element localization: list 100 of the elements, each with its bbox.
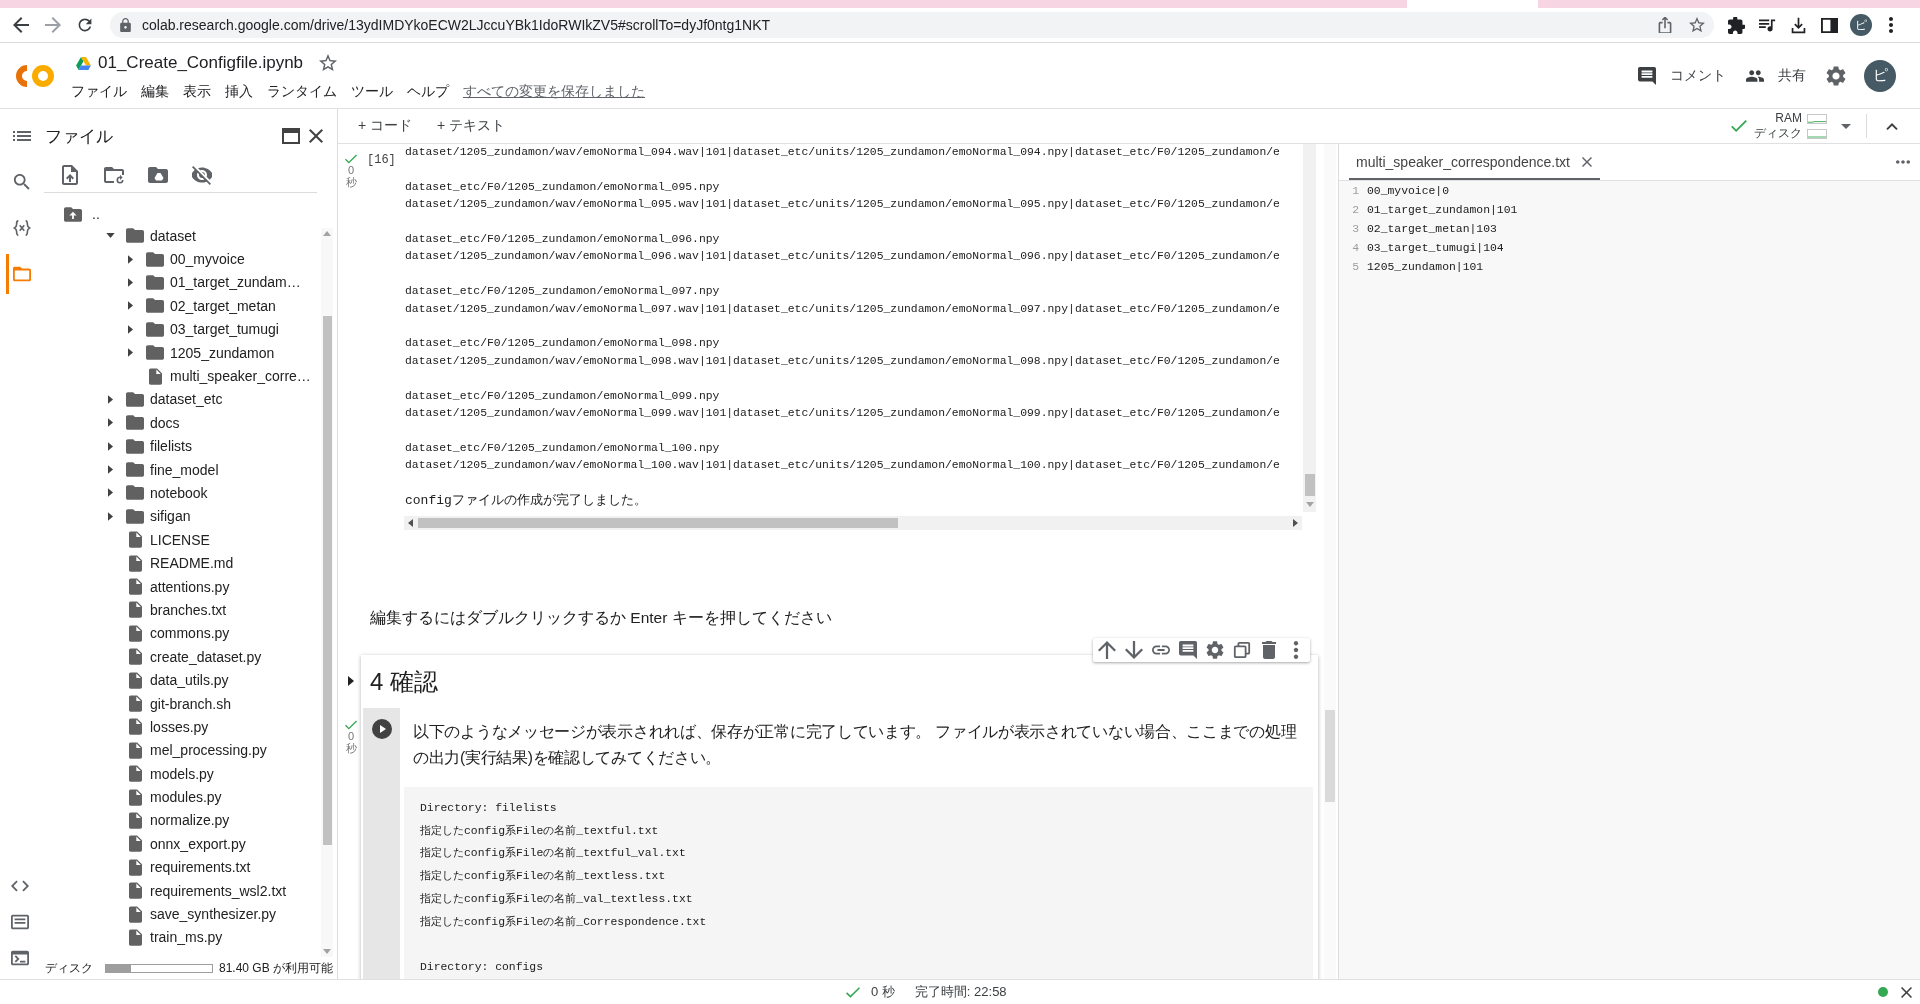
copy-icon[interactable] [1233,641,1251,659]
folder-item[interactable]: 03_target_tumugi [40,317,321,341]
folder-item[interactable]: docs [40,411,321,435]
caret-right-icon[interactable] [107,441,113,451]
window-icon[interactable] [282,128,300,144]
caret-right-icon[interactable] [127,324,133,334]
caret-right-icon[interactable] [348,676,354,686]
side-panel-icon[interactable] [1821,16,1838,34]
drive-folder-icon[interactable] [148,165,168,185]
more-icon[interactable] [1889,17,1893,33]
scrollbar-thumb[interactable] [418,518,898,528]
file-item[interactable]: git-branch.sh [40,691,321,716]
scroll-right-icon[interactable] [1293,519,1298,527]
file-item[interactable]: requirements_wsl2.txt [40,878,321,903]
caret-down-icon[interactable] [105,233,115,239]
folder-item[interactable]: sifigan [40,504,321,529]
file-item[interactable]: branches.txt [40,598,321,622]
menu-item[interactable]: ツール [351,83,393,101]
notebook-title[interactable]: 01_Create_Configfile.ipynb [98,53,304,73]
close-icon[interactable] [1582,157,1592,167]
caret-right-icon[interactable] [107,511,113,521]
back-icon[interactable] [13,17,29,33]
folder-item[interactable]: 1205_zundamon [40,340,321,365]
folder-item[interactable]: dataset [40,224,321,248]
file-item[interactable]: modules.py [40,785,321,809]
file-item[interactable]: commons.py [40,621,321,646]
reload-icon[interactable] [77,17,93,33]
profile-avatar[interactable]: ピ [1850,14,1872,36]
add-cell-button[interactable]: + コード [356,114,415,138]
save-status-link[interactable]: すべての変更を保存しました [463,83,645,101]
share-icon[interactable] [1657,17,1673,33]
menu-item[interactable]: ヘルプ [407,83,449,101]
file-item[interactable]: create_dataset.py [40,645,321,669]
address-bar[interactable]: colab.research.google.com/drive/13ydIMDYkoECW2LJccuYBk1IdoRWIkZV5#scrollTo=dyJf0ntg1NKT [110,12,1714,38]
folder-item[interactable]: notebook [40,481,321,505]
file-item[interactable]: attentions.py [40,574,321,599]
caret-right-icon[interactable] [107,488,113,498]
chevron-up-icon[interactable] [1886,122,1898,130]
scrollbar-thumb[interactable] [1325,710,1335,802]
output-scrollbar[interactable] [1303,144,1316,512]
delete-icon[interactable] [1260,641,1278,659]
folder-item[interactable]: dataset_etc [40,387,321,412]
menu-item[interactable]: 挿入 [225,83,253,101]
horizontal-scrollbar[interactable] [404,516,1302,530]
close-icon[interactable] [1901,986,1912,998]
eye-off-icon[interactable] [192,165,212,185]
menu-item[interactable]: 編集 [141,83,169,101]
play-icon[interactable] [371,719,392,739]
comment-button[interactable]: コメント [1638,59,1726,92]
folder-item[interactable]: 00_myvoice [40,247,321,271]
caret-right-icon[interactable] [127,301,133,311]
folder-item[interactable]: 01_target_zundam… [40,270,321,295]
scrollbar-thumb[interactable] [1304,474,1315,496]
parent-folder-item[interactable]: .. [40,204,321,224]
scrollbar-thumb[interactable] [322,316,332,845]
more-icon[interactable] [1896,160,1910,164]
file-item[interactable]: train_ms.py [40,925,321,950]
arrow-down-icon[interactable] [1125,641,1143,659]
terminal-icon[interactable] [11,949,29,967]
file-item[interactable]: normalize.py [40,808,321,833]
menu-item[interactable]: ランタイム [267,83,337,101]
add-cell-button[interactable]: + テキスト [435,114,508,138]
file-item[interactable]: onnx_export.py [40,832,321,856]
file-item[interactable]: models.py [40,762,321,786]
share-button[interactable]: 共有 [1746,59,1806,92]
logo-icon[interactable] [15,63,55,88]
file-item[interactable]: requirements.txt [40,855,321,879]
file-item[interactable]: save_synthesizer.py [40,902,321,926]
comment-icon[interactable] [1179,641,1197,659]
close-icon[interactable] [309,129,323,143]
caret-right-icon[interactable] [127,254,133,264]
text-box-icon[interactable] [11,913,29,931]
caret-right-icon[interactable] [107,394,113,404]
caret-down-icon[interactable] [1841,123,1851,129]
notebook-scrollbar[interactable] [1324,144,1336,979]
menu-item[interactable]: ファイル [71,83,127,101]
folder-item[interactable]: 02_target_metan [40,294,321,318]
folder-item[interactable]: fine_model [40,457,321,482]
download-icon[interactable] [1790,16,1807,34]
caret-right-icon[interactable] [107,465,113,475]
caret-right-icon[interactable] [107,418,113,428]
scroll-left-icon[interactable] [408,519,413,527]
settings-icon[interactable] [1826,65,1846,86]
file-item[interactable]: losses.py [40,715,321,739]
file-item[interactable]: LICENSE [40,528,321,552]
menu-item[interactable]: 表示 [183,83,211,101]
folder-refresh-icon[interactable] [104,165,124,185]
star-icon[interactable] [1689,17,1705,33]
settings-icon[interactable] [1206,641,1224,659]
star-icon[interactable] [319,54,338,72]
upload-icon[interactable] [60,165,80,185]
file-item[interactable]: data_utils.py [40,668,321,692]
folder-item[interactable]: filelists [40,434,321,458]
caret-right-icon[interactable] [127,277,133,287]
file-item[interactable]: multi_speaker_corre… [40,364,321,388]
file-item[interactable]: mel_processing.py [40,738,321,762]
file-item[interactable]: README.md [40,551,321,575]
caret-right-icon[interactable] [127,348,133,358]
tree-scrollbar[interactable] [321,228,333,957]
puzzle-icon[interactable] [1728,16,1745,34]
